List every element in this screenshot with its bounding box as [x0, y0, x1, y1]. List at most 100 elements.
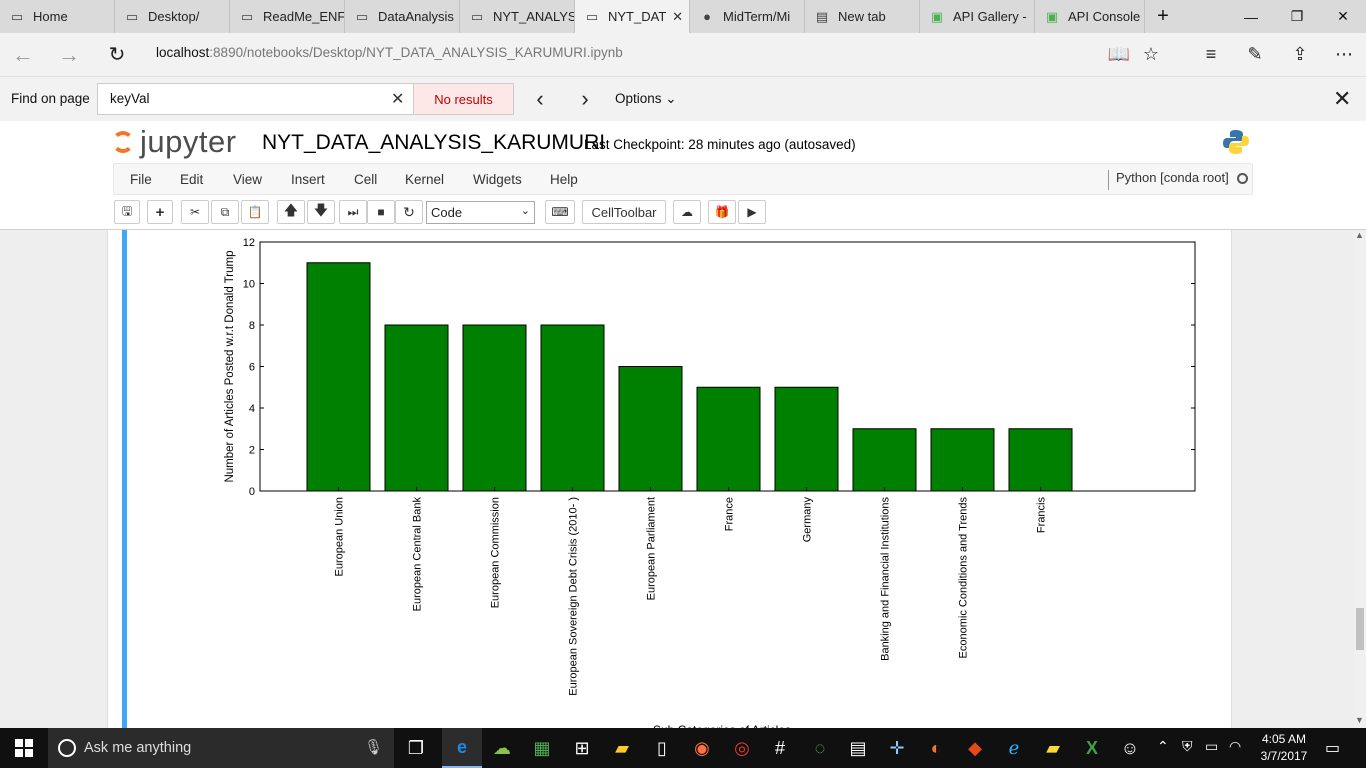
cell-type-select[interactable]: Code ⌄ [426, 201, 535, 224]
tray-chevron-icon[interactable]: ⌃ [1157, 738, 1169, 755]
find-input[interactable]: keyVal [97, 83, 414, 115]
tab-dataanalysis[interactable]: ▭ DataAnalysis [345, 0, 460, 33]
tab-nyt-data-active[interactable]: ▭ NYT_DAT ✕ [575, 0, 690, 33]
jupyter-app-icon[interactable]: ◐ [916, 728, 956, 768]
minimize-button[interactable]: — [1228, 0, 1274, 33]
find-label: Find on page [11, 91, 90, 106]
task-view-icon[interactable]: ❐ [396, 728, 436, 768]
clear-icon[interactable]: ✕ [391, 89, 404, 109]
forward-button[interactable]: → [46, 33, 92, 76]
bar [540, 324, 605, 492]
find-options-button[interactable]: Options ⌄ [615, 91, 677, 107]
chrome-icon[interactable]: ◎ [722, 728, 762, 768]
sync-app-icon[interactable]: ◌ [800, 728, 840, 768]
excel-like-app-icon[interactable]: ▦ [522, 728, 562, 768]
stop-icon[interactable]: ■ [367, 200, 395, 224]
more-icon[interactable]: ⋯ [1322, 33, 1366, 76]
x-tick-label: European Union [334, 497, 346, 577]
find-options-label: Options [615, 91, 662, 106]
paste-icon[interactable]: 📋 [241, 200, 269, 224]
tab-midterm[interactable]: ● MidTerm/Mi [690, 0, 805, 33]
insert-cell-icon[interactable]: + [147, 200, 173, 224]
new-tab-button[interactable]: + [1140, 0, 1186, 33]
tab-readme[interactable]: ▭ ReadMe_ENF [230, 0, 345, 33]
git-icon[interactable]: ◆ [955, 728, 995, 768]
celltoolbar-button[interactable]: CellToolbar [582, 200, 666, 224]
tab-label: DataAnalysis [378, 9, 454, 24]
tab-new-tab[interactable]: ▤ New tab [805, 0, 920, 33]
youtube-icon[interactable]: ▶ [738, 200, 766, 224]
wifi-icon[interactable]: ◠ [1229, 738, 1241, 755]
hub-icon[interactable]: ≡ [1189, 33, 1233, 76]
bar [774, 386, 839, 492]
system-clock[interactable]: 4:05 AM 3/7/2017 [1252, 731, 1316, 765]
favorite-star-icon[interactable]: ☆ [1129, 33, 1173, 76]
menu-edit[interactable]: Edit [180, 172, 203, 187]
tab-desktop[interactable]: ▭ Desktop/ [115, 0, 230, 33]
excel-icon[interactable]: X [1072, 728, 1112, 768]
scroll-thumb[interactable] [1356, 608, 1364, 650]
find-close-icon[interactable]: ✕ [1333, 86, 1351, 112]
run-cell-icon[interactable]: ⏭ [339, 200, 367, 224]
menu-insert[interactable]: Insert [291, 172, 325, 187]
menu-kernel[interactable]: Kernel [405, 172, 444, 187]
menu-cell[interactable]: Cell [354, 172, 377, 187]
gift-icon[interactable]: 🎁 [708, 200, 736, 224]
store-icon[interactable]: ⊞ [562, 728, 602, 768]
copy-icon[interactable]: ⧉ [211, 200, 239, 224]
cut-icon[interactable]: ✂ [181, 200, 209, 224]
cloud-app-icon[interactable]: ☁ [482, 728, 522, 768]
app-window-icon[interactable]: ▤ [838, 728, 878, 768]
tab-nyt-analysis[interactable]: ▭ NYT_ANALYS [460, 0, 575, 33]
keyboard-icon[interactable]: ⌨ [545, 200, 575, 224]
save-icon[interactable]: 🖫 [114, 200, 140, 224]
microphone-icon[interactable]: 🎙 [364, 738, 383, 756]
sticky-notes-icon[interactable]: ▰ [1033, 728, 1073, 768]
internet-explorer-icon[interactable]: ℯ [994, 728, 1034, 768]
battery-icon[interactable]: ▭ [1205, 738, 1218, 755]
document-icon[interactable]: ▯ [642, 728, 682, 768]
jupyter-logo[interactable]: jupyter [112, 123, 237, 161]
page-icon: ▭ [10, 8, 24, 24]
menu-view[interactable]: View [233, 172, 262, 187]
find-bar: Find on page keyVal ✕ No results ‹ › Opt… [0, 76, 1366, 121]
kernel-status-icon [1237, 173, 1248, 184]
action-center-icon[interactable]: ▭ [1325, 738, 1340, 758]
find-previous-button[interactable]: ‹ [520, 83, 560, 115]
back-button[interactable]: ← [0, 33, 46, 76]
tableau-icon[interactable]: ✛ [877, 728, 917, 768]
menu-widgets[interactable]: Widgets [473, 172, 522, 187]
tab-api-console[interactable]: ▣ API Console [1035, 0, 1145, 33]
user-app-icon[interactable]: ☺ [1110, 728, 1150, 768]
cortana-search-box[interactable]: Ask me anything 🎙 [48, 728, 394, 768]
scroll-down-icon[interactable]: ▼ [1355, 715, 1364, 725]
refresh-button[interactable]: ↻ [94, 33, 140, 76]
tab-home[interactable]: ▭ Home [0, 0, 115, 33]
move-down-icon[interactable]: 🡇 [307, 200, 335, 224]
file-explorer-icon[interactable]: ▰ [602, 728, 642, 768]
firefox-icon[interactable]: ◉ [682, 728, 722, 768]
defender-icon[interactable]: ⛨ [1182, 738, 1193, 755]
tab-label: Home [33, 9, 68, 24]
move-up-icon[interactable]: 🡅 [277, 200, 305, 224]
notebook-title[interactable]: NYT_DATA_ANALYSIS_KARUMURI [262, 131, 605, 155]
find-next-button[interactable]: › [565, 83, 605, 115]
menu-file[interactable]: File [130, 172, 152, 187]
y-axis-label: Number of Articles Posted w.r.t Donald T… [224, 250, 236, 482]
close-tab-icon[interactable]: ✕ [672, 9, 683, 25]
windows-taskbar: Ask me anything 🎙 ❐ e ☁ ▦ ⊞ ▰ ▯ ◉ ◎ # ◌ … [0, 728, 1366, 768]
edge-browser-icon[interactable]: e [442, 728, 482, 768]
url-field[interactable]: localhost:8890/notebooks/Desktop/NYT_DAT… [156, 45, 623, 60]
web-note-icon[interactable]: ✎ [1233, 33, 1277, 76]
restore-button[interactable]: ❐ [1274, 0, 1320, 33]
scroll-up-icon[interactable]: ▲ [1355, 230, 1364, 240]
scrollbar[interactable]: ▲ ▼ [1354, 230, 1366, 728]
restart-icon[interactable]: ↻ [395, 200, 423, 224]
start-button[interactable] [0, 728, 48, 768]
tab-api-gallery[interactable]: ▣ API Gallery - [920, 0, 1035, 33]
share-icon[interactable]: ⇪ [1278, 33, 1322, 76]
slack-icon[interactable]: # [760, 728, 800, 768]
close-window-button[interactable]: ✕ [1320, 0, 1366, 33]
cloud-upload-icon[interactable]: ☁ [673, 200, 701, 224]
menu-help[interactable]: Help [550, 172, 578, 187]
